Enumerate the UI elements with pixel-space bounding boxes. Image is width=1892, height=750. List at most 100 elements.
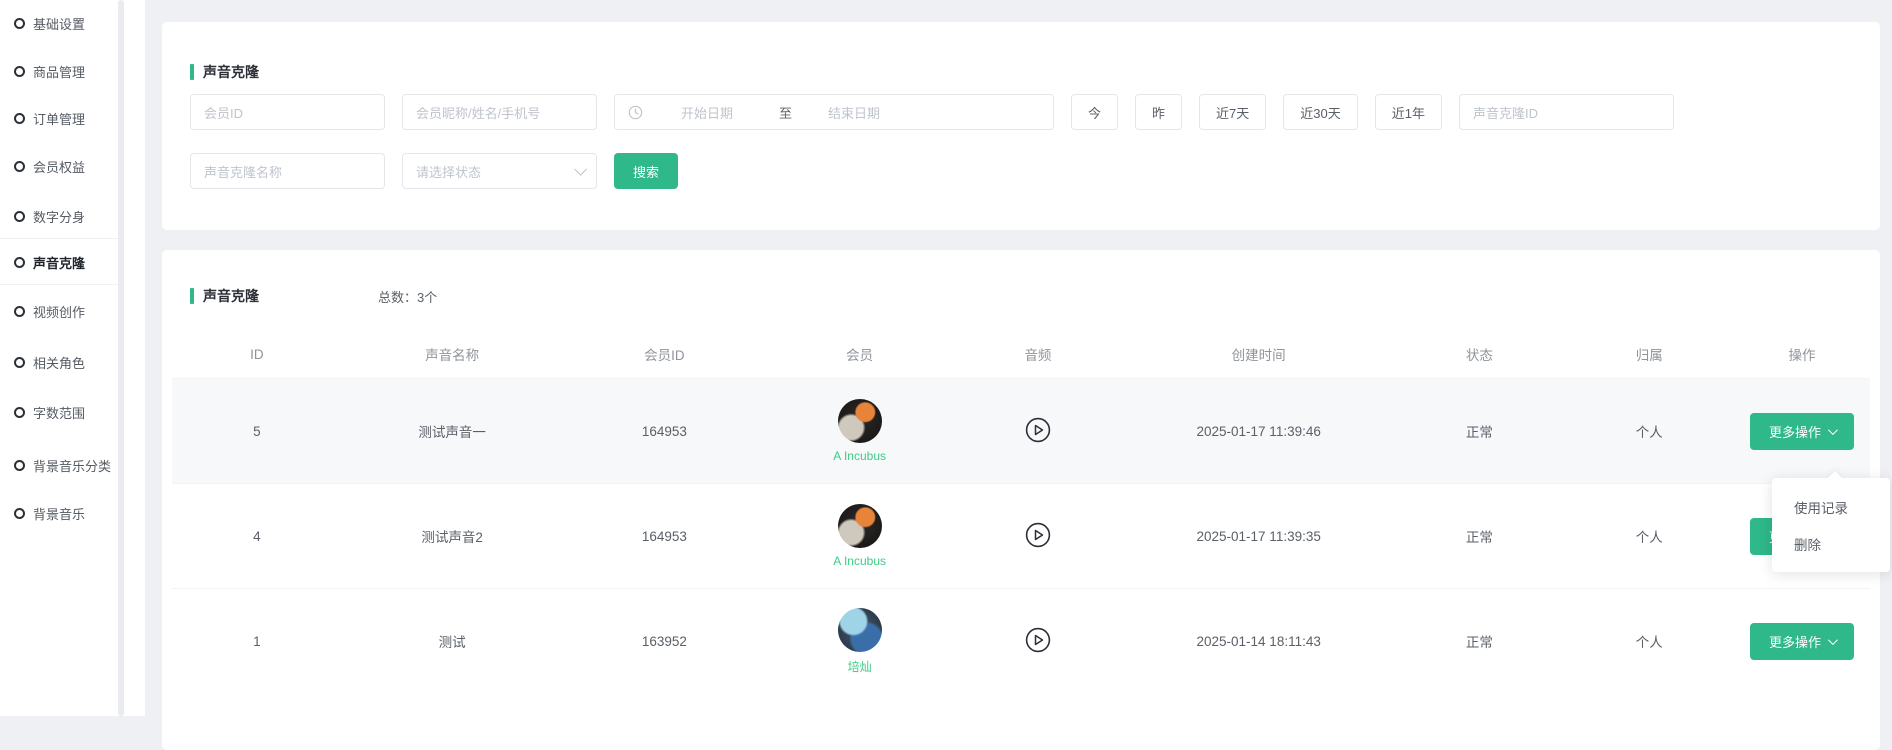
cell-ownership: 个人 [1564,421,1734,441]
sidebar-item-word-range[interactable]: 字数范围 [14,402,85,422]
dropdown-item-usage-records[interactable]: 使用记录 [1772,488,1890,525]
cell-voice-name: 测试声音2 [342,526,563,546]
cell-created-time: 2025-01-14 18:11:43 [1123,634,1395,649]
table-row: 4 测试声音2 164953 A Incubus 2025-01-17 11:3… [172,483,1870,588]
member-avatar [838,504,882,548]
member-avatar [838,608,882,652]
dropdown-item-delete[interactable]: 删除 [1772,525,1890,562]
cell-status: 正常 [1395,631,1565,651]
more-actions-dropdown: 使用记录 删除 [1772,478,1890,572]
start-date-placeholder: 开始日期 [681,103,733,122]
table-row: 1 测试 163952 培灿 2025-01-14 18:11:43 正常 个人… [172,588,1870,693]
cell-member-id: 164953 [563,529,767,544]
col-header-voice-name: 声音名称 [342,344,563,364]
col-header-actions: 操作 [1734,344,1870,364]
radio-circle-icon [14,460,25,471]
voice-clone-name-input[interactable]: 声音克隆名称 [190,153,385,189]
sidebar-item-product-mgmt[interactable]: 商品管理 [14,61,85,81]
chevron-down-icon [574,163,587,176]
member-name-link[interactable]: 培灿 [848,658,872,675]
sidebar-item-order-mgmt[interactable]: 订单管理 [14,108,85,128]
voice-clone-id-input[interactable]: 声音克隆ID [1459,94,1674,130]
more-actions-label: 更多操作 [1769,632,1821,651]
more-actions-button[interactable]: 更多操作 [1750,623,1854,660]
member-avatar [838,399,882,443]
more-actions-button[interactable]: 更多操作 [1750,413,1854,450]
chevron-down-icon [1828,635,1838,645]
sidebar-divider [0,284,118,285]
status-select[interactable]: 请选择状态 [402,153,597,189]
sidebar-scrollbar[interactable] [118,0,124,716]
col-header-created: 创建时间 [1123,344,1395,364]
sidebar-item-label: 基础设置 [33,14,85,33]
table-panel: 声音克隆 总数：3个 ID 声音名称 会员ID 会员 音频 创建时间 状态 归属… [162,250,1880,750]
filter-panel-title: 声音克隆 [190,62,259,82]
quick-filter-yesterday-button[interactable]: 昨 [1135,94,1182,130]
voice-clone-table: ID 声音名称 会员ID 会员 音频 创建时间 状态 归属 操作 5 测试声音一… [172,330,1870,693]
col-header-ownership: 归属 [1564,344,1734,364]
quick-filter-30days-button[interactable]: 近30天 [1283,94,1357,130]
sidebar-item-label: 背景音乐 [33,504,85,523]
sidebar-item-bgm[interactable]: 背景音乐 [14,503,85,523]
quick-filter-7days-button[interactable]: 近7天 [1199,94,1266,130]
sidebar-item-related-roles[interactable]: 相关角色 [14,352,85,372]
cell-voice-name: 测试 [342,631,563,651]
member-name-link[interactable]: A Incubus [833,554,886,568]
radio-circle-icon [14,357,25,368]
placeholder-text: 会员昵称/姓名/手机号 [416,103,540,122]
quick-filter-today-button[interactable]: 今 [1071,94,1118,130]
cell-id: 1 [172,634,342,649]
table-panel-title: 声音克隆 总数：3个 [190,286,437,306]
sidebar-item-bgm-category[interactable]: 背景音乐分类 [14,455,111,475]
radio-circle-icon [14,211,25,222]
cell-status: 正常 [1395,421,1565,441]
sidebar-item-video-creation[interactable]: 视频创作 [14,301,85,321]
member-info-input[interactable]: 会员昵称/姓名/手机号 [402,94,597,130]
placeholder-text: 会员ID [204,103,243,122]
sidebar-item-label: 会员权益 [33,157,85,176]
cell-id: 5 [172,424,342,439]
panel-title-text: 声音克隆 [203,62,259,82]
play-audio-icon[interactable] [1025,417,1051,443]
placeholder-text: 声音克隆名称 [204,162,282,181]
radio-circle-icon [14,257,25,268]
sidebar-item-member-benefits[interactable]: 会员权益 [14,156,85,176]
filter-panel: 声音克隆 会员ID 会员昵称/姓名/手机号 开始日期 至 结束日期 今 昨 近7… [162,22,1880,230]
radio-circle-icon [14,407,25,418]
date-range-picker[interactable]: 开始日期 至 结束日期 [614,94,1054,130]
radio-circle-icon [14,508,25,519]
cell-ownership: 个人 [1564,526,1734,546]
radio-circle-icon [14,306,25,317]
radio-circle-icon [14,113,25,124]
col-header-member: 会员 [766,344,953,364]
table-header-row: ID 声音名称 会员ID 会员 音频 创建时间 状态 归属 操作 [172,330,1870,378]
cell-voice-name: 测试声音一 [342,421,563,441]
sidebar-item-label: 视频创作 [33,302,85,321]
total-count: 总数：3个 [378,287,437,306]
sidebar-item-label: 相关角色 [33,353,85,372]
play-audio-icon[interactable] [1025,627,1051,653]
placeholder-text: 声音克隆ID [1473,103,1538,122]
radio-circle-icon [14,66,25,77]
cell-ownership: 个人 [1564,631,1734,651]
col-header-id: ID [172,347,342,362]
sidebar-item-label: 声音克隆 [33,253,85,272]
member-name-link[interactable]: A Incubus [833,449,886,463]
col-header-status: 状态 [1395,344,1565,364]
sidebar-item-label: 订单管理 [33,109,85,128]
sidebar-item-basic-settings[interactable]: 基础设置 [14,13,85,33]
radio-circle-icon [14,18,25,29]
quick-filter-1year-button[interactable]: 近1年 [1375,94,1442,130]
cell-created-time: 2025-01-17 11:39:46 [1123,424,1395,439]
cell-member-id: 164953 [563,424,767,439]
play-audio-icon[interactable] [1025,522,1051,548]
col-header-member-id: 会员ID [563,344,767,364]
member-id-input[interactable]: 会员ID [190,94,385,130]
search-button[interactable]: 搜索 [614,153,678,189]
sidebar-item-voice-clone[interactable]: 声音克隆 [14,252,85,272]
sidebar-item-label: 商品管理 [33,62,85,81]
sidebar-item-digital-avatar[interactable]: 数字分身 [14,206,85,226]
radio-circle-icon [14,161,25,172]
title-accent-bar [190,288,194,304]
cell-member-id: 163952 [563,634,767,649]
